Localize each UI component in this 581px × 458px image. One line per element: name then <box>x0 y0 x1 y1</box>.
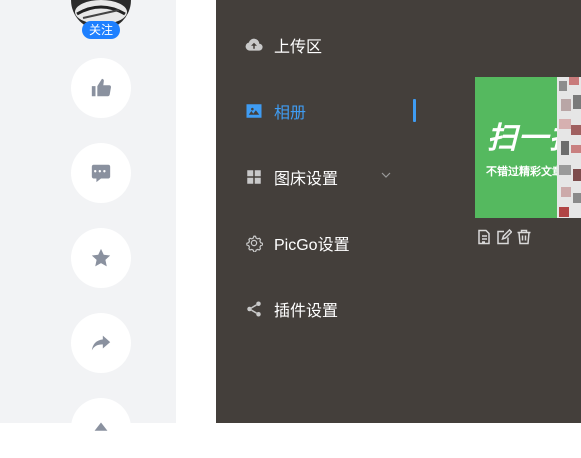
menu-item-gallery[interactable]: 相册 <box>244 99 306 123</box>
menu-item-label: PicGo设置 <box>274 237 350 254</box>
gear-icon <box>244 233 264 253</box>
share-icon <box>91 335 111 351</box>
follow-button[interactable]: 关注 <box>82 21 120 39</box>
menu-item-label: 插件设置 <box>274 303 339 320</box>
qr-code-image <box>557 77 581 218</box>
grid-icon <box>244 167 264 187</box>
share-button[interactable] <box>71 313 131 373</box>
menu-item-label: 相册 <box>274 105 307 122</box>
social-action-rail: 关注 <box>0 0 176 458</box>
edit-icon[interactable] <box>496 228 513 245</box>
active-indicator <box>413 99 416 122</box>
comment-button[interactable] <box>71 143 131 203</box>
menu-item-picbed-settings[interactable]: 图床设置 <box>244 165 338 189</box>
up-icon <box>94 422 108 431</box>
gallery-thumbnail[interactable]: 扫一扫 不错过精彩文章！ <box>475 77 581 218</box>
comment-icon <box>91 164 111 183</box>
menu-item-plugin-settings[interactable]: 插件设置 <box>244 297 338 321</box>
like-button[interactable] <box>71 58 131 118</box>
menu-item-label: 图床设置 <box>274 171 339 188</box>
menu-item-upload[interactable]: 上传区 <box>244 33 322 57</box>
chevron-down-icon[interactable] <box>380 168 392 180</box>
picgo-window: 上传区 相册 图床设置 PicGo设置 插件设置 扫一扫 不错过精彩文章！ <box>216 0 581 423</box>
thumbnail-toolbar <box>476 228 532 245</box>
menu-item-label: 上传区 <box>274 39 323 56</box>
favorite-button[interactable] <box>71 228 131 288</box>
more-action-button[interactable] <box>71 398 131 458</box>
thumbs-up-icon <box>91 78 111 97</box>
menu-item-picgo-settings[interactable]: PicGo设置 <box>244 231 350 255</box>
copy-icon[interactable] <box>476 229 492 245</box>
page-gap <box>176 0 216 423</box>
image-icon <box>244 101 264 121</box>
cloud-upload-icon <box>244 35 264 55</box>
star-icon <box>91 248 111 267</box>
share-nodes-icon <box>244 299 264 319</box>
delete-icon[interactable] <box>516 229 532 245</box>
